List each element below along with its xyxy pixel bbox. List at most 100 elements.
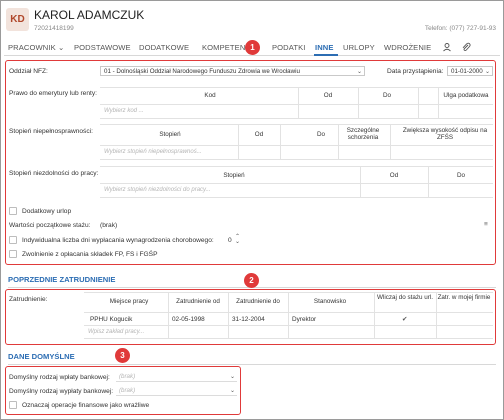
niepelno-col-schorzenia: Szczególne schorzenia <box>346 127 380 141</box>
chevron-down-icon: ⌄ <box>484 69 490 75</box>
niezdolnosc-col-od: Od <box>389 172 399 179</box>
zatr-col-miejsce: Miejsce pracy <box>109 298 149 305</box>
poprzednie-section-title: POPRZEDNIE ZATRUDNIENIE <box>8 275 116 284</box>
wrazliwe-label: Oznaczaj operacje finansowe jako wrażliw… <box>22 402 150 409</box>
tab-podstawowe[interactable]: PODSTAWOWE <box>74 43 131 52</box>
chevron-down-icon: ⌄ <box>356 69 362 75</box>
grid-line <box>374 293 375 338</box>
grid-line <box>438 88 439 118</box>
chevron-down-icon: ⌄ <box>229 374 235 380</box>
emerytura-kod-input[interactable]: Wybierz kod ... <box>104 108 144 114</box>
indywidualna-value[interactable]: 0 <box>228 237 232 244</box>
zwolnienie-label: Zwolnienie z opłacania składek FP, FS i … <box>22 251 158 258</box>
wyplaty-select[interactable]: (brak) ⌄ <box>116 386 237 396</box>
tab-kompetencje[interactable]: KOMPETEN <box>202 43 245 52</box>
emerytura-label: Prawo do emerytury lub renty: <box>9 90 97 97</box>
grid-line <box>100 87 493 88</box>
wyplaty-label: Domyślny rodzaj wypłaty bankowej: <box>9 388 114 395</box>
grid-line <box>100 166 493 167</box>
grid-line <box>100 124 493 125</box>
domyslne-section-title: DANE DOMYŚLNE <box>8 352 75 361</box>
active-tab-indicator <box>314 54 338 56</box>
menu-icon[interactable]: ≡ <box>484 221 488 228</box>
grid-line <box>338 125 339 159</box>
zatr-col-moja-firma: Zatr. w mojej firmie <box>437 294 491 301</box>
wyplaty-value: (brak) <box>119 387 136 394</box>
grid-line <box>298 88 299 118</box>
grid-line <box>288 293 289 338</box>
dodatkowy-urlop-checkbox[interactable] <box>9 207 17 215</box>
tab-podatki[interactable]: PODATKI <box>272 43 305 52</box>
tab-wdrozenie[interactable]: WDROŻENIE <box>384 43 431 52</box>
avatar: KD <box>6 8 29 31</box>
niepelno-col-zfss: Zwiększa wysokość odpisu na ZFŚS <box>402 127 488 141</box>
checkmark-icon: ✔ <box>402 316 408 323</box>
data-przystapienia-label: Data przystąpienia: <box>387 68 444 75</box>
zwolnienie-checkbox[interactable] <box>9 250 17 258</box>
niezdolnosc-col-do: Do <box>456 172 466 179</box>
tab-urlopy[interactable]: URLOPY <box>343 43 375 52</box>
indywidualna-checkbox[interactable] <box>9 236 17 244</box>
zatr-stanowisko-cell: Dyrektor <box>292 316 317 323</box>
grid-line <box>428 167 429 197</box>
niepelno-col-stopien: Stopień <box>159 131 181 138</box>
oddzial-nfz-value: 01 - Dolnośląski Oddział Narodowego Fund… <box>104 68 300 75</box>
grid-line <box>100 104 493 105</box>
tab-inne[interactable]: INNE <box>315 43 334 52</box>
employee-phone: Telefon: (077) 727-91-93 <box>424 25 496 32</box>
emerytura-col-od: Od <box>323 92 333 99</box>
emerytura-col-ulga: Ulga podatkowa <box>443 92 489 99</box>
employee-name: KAROL ADAMCZUK <box>34 8 145 22</box>
niepelno-stopien-input[interactable]: Wybierz stopień niepełnosprawnoś... <box>104 149 202 155</box>
zatrudnienie-label: Zatrudnienie: <box>9 296 48 303</box>
grid-line <box>84 338 493 339</box>
data-przystapienia-value: 01-01-2000 <box>451 68 483 75</box>
wplaty-value: (brak) <box>119 373 136 380</box>
niepelno-col-do: Do <box>316 131 326 138</box>
zatr-od-cell: 02-05-1998 <box>172 316 205 323</box>
grid-line <box>100 159 493 160</box>
dodatkowy-urlop-label: Dodatkowy urlop <box>22 208 72 215</box>
paperclip-icon[interactable] <box>461 42 471 52</box>
chevron-down-icon: ⌄ <box>229 388 235 394</box>
zaklad-pracy-input[interactable]: Wpisz zakład pracy... <box>88 329 144 335</box>
niezdolnosc-label: Stopień niezdolności do pracy: <box>9 170 99 177</box>
grid-line <box>238 125 239 159</box>
grid-line <box>100 145 493 146</box>
grid-line <box>280 125 281 159</box>
emerytura-col-do: Do <box>382 92 392 99</box>
oddzial-nfz-label: Oddział NFZ: <box>9 68 48 75</box>
grid-line <box>358 88 359 118</box>
zatr-do-cell: 31-12-2004 <box>232 316 265 323</box>
annotation-marker-1: 1 <box>245 40 260 55</box>
zatr-col-do: Zatrudnienie do <box>236 298 280 305</box>
zatr-col-stanowisko: Stanowisko <box>313 298 347 305</box>
grid-line <box>418 88 419 118</box>
grid-line <box>168 293 169 338</box>
tab-pracownik[interactable]: PRACOWNIK ⌄ <box>8 43 64 52</box>
wplaty-select[interactable]: (brak) ⌄ <box>116 372 237 382</box>
stepper-icon[interactable]: ⌃ ⌄ <box>235 234 240 245</box>
wrazliwe-checkbox[interactable] <box>9 401 17 409</box>
niepelno-col-od: Od <box>254 131 264 138</box>
emerytura-col-kod: Kod <box>204 92 216 99</box>
zatr-col-wliczaj: Wliczaj do stażu url. <box>377 294 433 301</box>
indywidualna-label: Indywidualna liczba dni wypłacania wynag… <box>22 237 214 244</box>
data-przystapienia-field[interactable]: 01-01-2000 ⌄ <box>447 66 493 76</box>
niepelnosprawnosc-label: Stopień niepełnosprawności: <box>9 128 93 135</box>
niezdolnosc-stopien-input[interactable]: Wybierz stopień niezdolności do pracy... <box>104 187 211 193</box>
chevron-down-icon: ⌄ <box>57 43 65 52</box>
staz-value[interactable]: (brak) <box>100 222 117 229</box>
tab-dodatkowe[interactable]: DODATKOWE <box>139 43 189 52</box>
grid-line <box>436 293 437 338</box>
wplaty-label: Domyślny rodzaj wpłaty bankowej: <box>9 374 110 381</box>
section-divider <box>8 364 496 365</box>
employee-id: 72021418199 <box>34 25 74 32</box>
user-settings-icon[interactable] <box>442 42 452 52</box>
annotation-marker-3: 3 <box>115 348 130 363</box>
oddzial-nfz-select[interactable]: 01 - Dolnośląski Oddział Narodowego Fund… <box>100 66 365 76</box>
niezdolnosc-col-stopien: Stopień <box>223 172 245 179</box>
grid-line <box>100 118 493 119</box>
grid-line <box>100 183 493 184</box>
employee-header: KD KAROL ADAMCZUK 72021418199 Telefon: (… <box>4 6 500 34</box>
